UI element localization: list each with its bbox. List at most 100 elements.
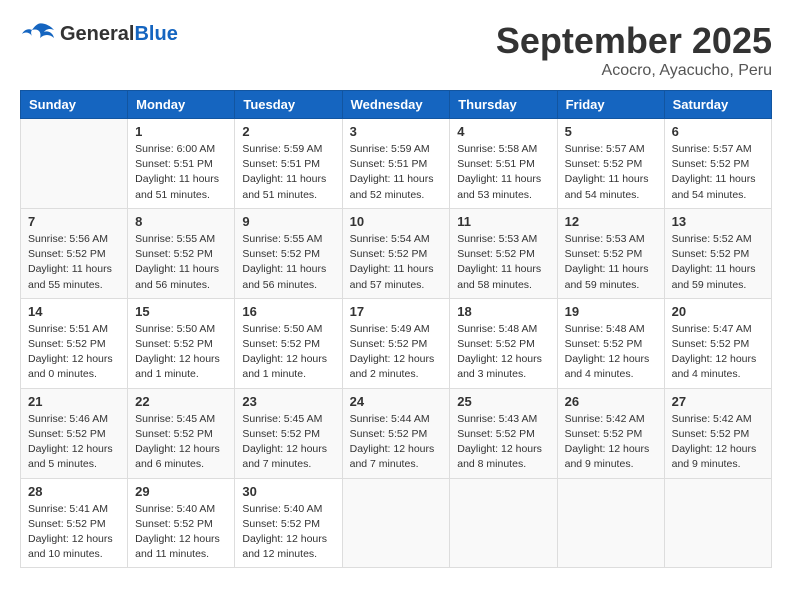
calendar-day-cell: 20Sunrise: 5:47 AM Sunset: 5:52 PM Dayli… — [664, 298, 771, 388]
logo-icon — [20, 20, 56, 48]
calendar-week-row: 1Sunrise: 6:00 AM Sunset: 5:51 PM Daylig… — [21, 119, 772, 209]
day-info: Sunrise: 5:57 AM Sunset: 5:52 PM Dayligh… — [672, 142, 764, 203]
calendar-day-cell — [557, 478, 664, 568]
day-number: 11 — [457, 214, 549, 229]
day-number: 18 — [457, 304, 549, 319]
calendar-day-cell: 14 Sunrise: 5:51 AM Sunset: 5:52 PM Dayli… — [21, 298, 128, 388]
day-info: Sunrise: 5:41 AM Sunset: 5:52 PM Dayligh… — [28, 502, 120, 563]
day-info: Sunrise: 5:49 AM Sunset: 5:52 PM Dayligh… — [350, 322, 443, 383]
calendar-day-cell — [450, 478, 557, 568]
calendar-day-cell: 18Sunrise: 5:48 AM Sunset: 5:52 PM Dayli… — [450, 298, 557, 388]
day-number: 16 — [242, 304, 334, 319]
day-info: Sunrise: 5:55 AM Sunset: 5:52 PM Dayligh… — [135, 232, 227, 293]
calendar-week-row: 14 Sunrise: 5:51 AM Sunset: 5:52 PM Dayli… — [21, 298, 772, 388]
calendar-day-cell: 7 Sunrise: 5:56 AM Sunset: 5:52 PM Daylig… — [21, 208, 128, 298]
calendar-day-cell: 22 Sunrise: 5:45 AM Sunset: 5:52 PM Dayli… — [128, 388, 235, 478]
calendar-day-cell: 3Sunrise: 5:59 AM Sunset: 5:51 PM Daylig… — [342, 119, 450, 209]
weekday-header: Sunday — [21, 91, 128, 119]
weekday-header: Thursday — [450, 91, 557, 119]
calendar-day-cell — [21, 119, 128, 209]
day-number: 23 — [242, 394, 334, 409]
calendar-day-cell: 6 Sunrise: 5:57 AM Sunset: 5:52 PM Daylig… — [664, 119, 771, 209]
calendar-table: SundayMondayTuesdayWednesdayThursdayFrid… — [20, 90, 772, 568]
calendar-week-row: 7 Sunrise: 5:56 AM Sunset: 5:52 PM Daylig… — [21, 208, 772, 298]
day-number: 30 — [242, 484, 334, 499]
calendar-day-cell: 15 Sunrise: 5:50 AM Sunset: 5:52 PM Dayli… — [128, 298, 235, 388]
day-info: Sunrise: 5:50 AM Sunset: 5:52 PM Dayligh… — [135, 322, 227, 383]
day-info: Sunrise: 5:44 AM Sunset: 5:52 PM Dayligh… — [350, 412, 443, 473]
day-info: Sunrise: 5:57 AM Sunset: 5:52 PM Dayligh… — [565, 142, 657, 203]
day-number: 9 — [242, 214, 334, 229]
calendar-day-cell: 1Sunrise: 6:00 AM Sunset: 5:51 PM Daylig… — [128, 119, 235, 209]
calendar-day-cell: 28 Sunrise: 5:41 AM Sunset: 5:52 PM Dayli… — [21, 478, 128, 568]
title-block: September 2025 Acocro, Ayacucho, Peru — [496, 20, 772, 80]
day-info: Sunrise: 5:54 AM Sunset: 5:52 PM Dayligh… — [350, 232, 443, 293]
day-number: 24 — [350, 394, 443, 409]
day-info: Sunrise: 5:47 AM Sunset: 5:52 PM Dayligh… — [672, 322, 764, 383]
day-number: 6 — [672, 124, 764, 139]
day-number: 28 — [28, 484, 120, 499]
day-number: 21 — [28, 394, 120, 409]
day-info: Sunrise: 5:45 AM Sunset: 5:52 PM Dayligh… — [242, 412, 334, 473]
calendar-day-cell: 27Sunrise: 5:42 AM Sunset: 5:52 PM Dayli… — [664, 388, 771, 478]
day-number: 19 — [565, 304, 657, 319]
day-info: Sunrise: 5:59 AM Sunset: 5:51 PM Dayligh… — [242, 142, 334, 203]
day-info: Sunrise: 5:46 AM Sunset: 5:52 PM Dayligh… — [28, 412, 120, 473]
day-info: Sunrise: 5:56 AM Sunset: 5:52 PM Dayligh… — [28, 232, 120, 293]
calendar-day-cell: 25 Sunrise: 5:43 AM Sunset: 5:52 PM Dayli… — [450, 388, 557, 478]
calendar-day-cell: 4 Sunrise: 5:58 AM Sunset: 5:51 PM Daylig… — [450, 119, 557, 209]
calendar-day-cell: 13 Sunrise: 5:52 AM Sunset: 5:52 PM Dayli… — [664, 208, 771, 298]
calendar-week-row: 21 Sunrise: 5:46 AM Sunset: 5:52 PM Dayli… — [21, 388, 772, 478]
day-info: Sunrise: 5:42 AM Sunset: 5:52 PM Dayligh… — [672, 412, 764, 473]
day-number: 5 — [565, 124, 657, 139]
month-title: September 2025 — [496, 20, 772, 62]
day-info: Sunrise: 5:43 AM Sunset: 5:52 PM Dayligh… — [457, 412, 549, 473]
day-info: Sunrise: 5:48 AM Sunset: 5:52 PM Dayligh… — [565, 322, 657, 383]
weekday-header: Friday — [557, 91, 664, 119]
day-info: Sunrise: 5:53 AM Sunset: 5:52 PM Dayligh… — [457, 232, 549, 293]
location-subtitle: Acocro, Ayacucho, Peru — [496, 62, 772, 80]
day-info: Sunrise: 5:40 AM Sunset: 5:52 PM Dayligh… — [242, 502, 334, 563]
calendar-day-cell — [664, 478, 771, 568]
calendar-day-cell: 10Sunrise: 5:54 AM Sunset: 5:52 PM Dayli… — [342, 208, 450, 298]
calendar-header-row: SundayMondayTuesdayWednesdayThursdayFrid… — [21, 91, 772, 119]
weekday-header: Saturday — [664, 91, 771, 119]
day-number: 15 — [135, 304, 227, 319]
day-info: Sunrise: 5:52 AM Sunset: 5:52 PM Dayligh… — [672, 232, 764, 293]
day-number: 29 — [135, 484, 227, 499]
day-number: 7 — [28, 214, 120, 229]
day-number: 14 — [28, 304, 120, 319]
page-header: GeneralBlue September 2025 Acocro, Ayacu… — [20, 20, 772, 80]
day-info: Sunrise: 5:59 AM Sunset: 5:51 PM Dayligh… — [350, 142, 443, 203]
calendar-day-cell: 23 Sunrise: 5:45 AM Sunset: 5:52 PM Dayli… — [235, 388, 342, 478]
calendar-day-cell: 5 Sunrise: 5:57 AM Sunset: 5:52 PM Daylig… — [557, 119, 664, 209]
calendar-day-cell: 21 Sunrise: 5:46 AM Sunset: 5:52 PM Dayli… — [21, 388, 128, 478]
calendar-day-cell: 8Sunrise: 5:55 AM Sunset: 5:52 PM Daylig… — [128, 208, 235, 298]
calendar-day-cell: 12Sunrise: 5:53 AM Sunset: 5:52 PM Dayli… — [557, 208, 664, 298]
calendar-day-cell — [342, 478, 450, 568]
day-number: 25 — [457, 394, 549, 409]
day-number: 4 — [457, 124, 549, 139]
calendar-day-cell: 11 Sunrise: 5:53 AM Sunset: 5:52 PM Dayli… — [450, 208, 557, 298]
day-number: 17 — [350, 304, 443, 319]
calendar-day-cell: 29 Sunrise: 5:40 AM Sunset: 5:52 PM Dayli… — [128, 478, 235, 568]
day-info: Sunrise: 5:53 AM Sunset: 5:52 PM Dayligh… — [565, 232, 657, 293]
day-number: 13 — [672, 214, 764, 229]
calendar-week-row: 28 Sunrise: 5:41 AM Sunset: 5:52 PM Dayli… — [21, 478, 772, 568]
day-info: Sunrise: 5:45 AM Sunset: 5:52 PM Dayligh… — [135, 412, 227, 473]
day-info: Sunrise: 5:51 AM Sunset: 5:52 PM Dayligh… — [28, 322, 120, 383]
calendar-day-cell: 9 Sunrise: 5:55 AM Sunset: 5:52 PM Daylig… — [235, 208, 342, 298]
day-info: Sunrise: 5:58 AM Sunset: 5:51 PM Dayligh… — [457, 142, 549, 203]
day-number: 1 — [135, 124, 227, 139]
weekday-header: Tuesday — [235, 91, 342, 119]
calendar-day-cell: 30 Sunrise: 5:40 AM Sunset: 5:52 PM Dayli… — [235, 478, 342, 568]
calendar-day-cell: 2 Sunrise: 5:59 AM Sunset: 5:51 PM Daylig… — [235, 119, 342, 209]
day-number: 2 — [242, 124, 334, 139]
logo: GeneralBlue — [20, 20, 178, 48]
day-number: 26 — [565, 394, 657, 409]
day-number: 22 — [135, 394, 227, 409]
day-info: Sunrise: 5:55 AM Sunset: 5:52 PM Dayligh… — [242, 232, 334, 293]
day-info: Sunrise: 5:40 AM Sunset: 5:52 PM Dayligh… — [135, 502, 227, 563]
weekday-header: Wednesday — [342, 91, 450, 119]
day-info: Sunrise: 5:50 AM Sunset: 5:52 PM Dayligh… — [242, 322, 334, 383]
